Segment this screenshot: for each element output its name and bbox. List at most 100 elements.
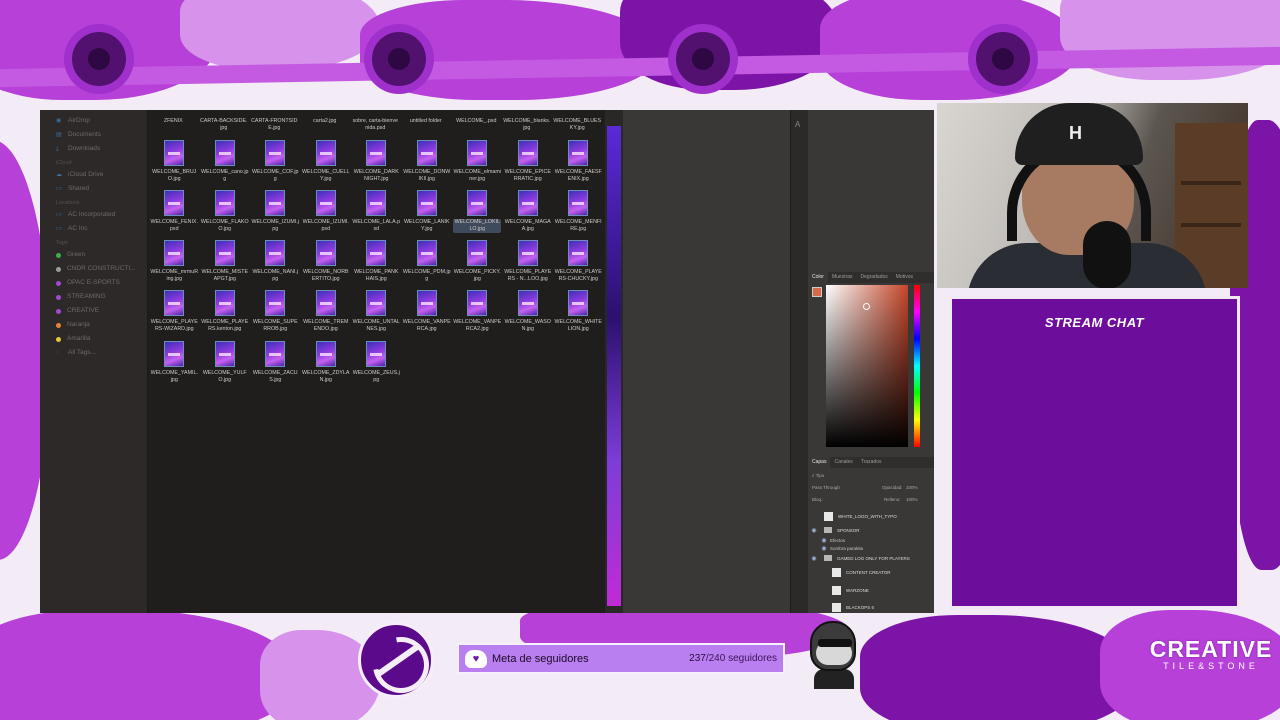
file-item[interactable]: WELCOME_ZACUS.jpg (250, 339, 301, 389)
file-item[interactable]: WELCOME_FENIX.psd (149, 188, 200, 238)
tab-color[interactable]: Color (808, 272, 828, 283)
file-item[interactable]: WELCOME_NORBERTITO.jpg (301, 238, 352, 288)
file-item[interactable]: WELCOME_VANPERCA.jpg (402, 288, 453, 338)
file-item[interactable]: WELCOME_mrmuRing.jpg (149, 238, 200, 288)
tab-muestras[interactable]: Muestras (828, 272, 857, 283)
image-thumbnail (315, 240, 336, 266)
sidebar-item-all-tags[interactable]: ◌ All Tags... (56, 346, 147, 360)
file-item[interactable]: WELCOME_EPICERRATIC.jpg (503, 138, 554, 188)
tab-degradados[interactable]: Degradados (857, 272, 892, 283)
file-item[interactable]: WELCOME_PLAYERS.kenton.jpg (200, 288, 251, 338)
image-thumbnail (416, 240, 437, 266)
file-item[interactable]: WELCOME_LALA.psd (351, 188, 402, 238)
sidebar-item-downloads[interactable]: ⤓ Downloads (56, 142, 147, 156)
file-item[interactable]: CARTA-FRONTSIDE.jpg (249, 118, 300, 132)
file-item[interactable]: WELCOME_DONWIKII.jpg (402, 138, 453, 188)
sidebar-item-ac-incorporated[interactable]: ▭ AC Incorporated (56, 208, 147, 222)
sidebar-item-icloud-drive[interactable]: ☁ iCloud Drive (56, 168, 147, 182)
sidebar-item-ac-inc[interactable]: ▭ AC Inc (56, 222, 147, 236)
file-item[interactable]: ZFENIX (148, 118, 199, 132)
file-item[interactable]: WELCOME_FLAKOO.jpg (200, 188, 251, 238)
layer-row[interactable]: BLACKOPS 6 (808, 600, 934, 613)
color-picker-field[interactable] (826, 285, 908, 447)
layer-row[interactable]: WARZONE (808, 583, 934, 597)
file-item[interactable]: WELCOME_ZEUS.jpg (351, 339, 402, 389)
sidebar-tag-amarilla[interactable]: Amarilla (56, 332, 147, 346)
character-icon[interactable]: A (795, 120, 800, 129)
sidebar-item-airdrop[interactable]: ◉ AirDrop (56, 114, 147, 128)
file-item[interactable]: carta2.jpg (300, 118, 351, 132)
file-item[interactable]: CARTA-BACKSIDE.jpg (199, 118, 250, 132)
file-item[interactable]: WELCOME_IZUMI.psd (301, 188, 352, 238)
file-item[interactable]: WELCOME_elmaminer.jpg (452, 138, 503, 188)
file-item[interactable]: WELCOME_LOKILLO.jpg (452, 188, 503, 238)
layer-filter[interactable]: ⌕ Tipo (808, 471, 934, 481)
file-item[interactable]: WELCOME_PLAYERS-CHUCKY.jpg (553, 238, 604, 288)
file-name: ZFENIX (163, 118, 183, 124)
file-name: WELCOME_PANKHAIS.jpg (354, 269, 399, 282)
file-item[interactable]: WELCOME_FAESFENIX.jpg (553, 138, 604, 188)
foreground-color-swatch[interactable] (812, 287, 822, 297)
sidebar-tag-creative[interactable]: CREATIVE (56, 304, 147, 318)
file-item[interactable]: WELCOME_ZDYLAN.jpg (301, 339, 352, 389)
tab-trazados[interactable]: Trazados (857, 457, 886, 468)
file-item[interactable]: WELCOME_YAMIL.jpg (149, 339, 200, 389)
blend-mode-select[interactable]: Pass Through (812, 485, 840, 490)
file-item[interactable]: WELCOME_PLAYERS-WIZARD.jpg (149, 288, 200, 338)
sidebar-item-shared[interactable]: ▭ Shared (56, 182, 147, 196)
file-item[interactable]: WELCOME_.psd (451, 118, 502, 132)
file-item[interactable]: WELCOME_blanks.jpg (502, 118, 553, 132)
drive-icon: ▭ (56, 212, 62, 218)
image-thumbnail (265, 190, 286, 216)
file-item[interactable]: WELCOME_COF.jpg (250, 138, 301, 188)
tab-capas[interactable]: Capas (808, 457, 831, 468)
layer-thumbnail (824, 511, 833, 521)
file-item[interactable]: WELCOME_MENFIRE.jpg (553, 188, 604, 238)
image-thumbnail (416, 290, 437, 316)
photoshop-canvas[interactable] (605, 110, 623, 613)
hue-slider[interactable] (914, 285, 920, 447)
file-item[interactable]: WELCOME_IZUMI.jpg (250, 188, 301, 238)
opacity-value[interactable]: 100% (906, 483, 918, 493)
file-name: WELCOME_BRUJO.jpg (152, 169, 197, 182)
image-thumbnail (164, 240, 185, 266)
file-item[interactable]: WELCOME_SUPERROB.jpg (250, 288, 301, 338)
file-item[interactable]: WELCOME_MISTEAPGT.jpg (200, 238, 251, 288)
tab-motivos[interactable]: Motivos (892, 272, 917, 283)
file-item[interactable]: sobre, carta-bienvenida.psd (350, 118, 401, 132)
file-item[interactable]: WELCOME_PANKHAIS.jpg (351, 238, 402, 288)
file-item[interactable]: WELCOME_WHITELION.jpg (553, 288, 604, 338)
fill-value[interactable]: 100% (906, 495, 918, 505)
file-name: WELCOME_cano.jpg (201, 169, 249, 182)
layer-row[interactable]: WHITE_LOGO_WITH_TYPO (808, 509, 934, 523)
visibility-icon[interactable]: ◉ (808, 555, 820, 562)
file-item[interactable]: WELCOME_cano.jpg (200, 138, 251, 188)
file-item[interactable]: WELCOME_CUELLY.jpg (301, 138, 352, 188)
file-item[interactable]: WELCOME_VANPERCA2.jpg (452, 288, 503, 338)
file-item[interactable]: untitled folder (401, 118, 452, 132)
layer-row[interactable]: ◉ GAMED LOG ONLY FOR PLAYERS (808, 551, 934, 565)
sidebar-tag-green[interactable]: Green (56, 248, 147, 262)
file-item[interactable]: WELCOME_PLAYERS - N...LOO.jpg (503, 238, 554, 288)
file-item[interactable]: WELCOME_BRUJO.jpg (149, 138, 200, 188)
file-item[interactable]: WELCOME_PDM.jpg (402, 238, 453, 288)
brand-name: CREATIVE (1149, 636, 1273, 662)
file-item[interactable]: WELCOME_PICKY.jpg (452, 238, 503, 288)
file-item[interactable]: WELCOME_YULFO.jpg (200, 339, 251, 389)
file-item[interactable]: WELCOME_MAGAA.jpg (503, 188, 554, 238)
sidebar-tag-opac[interactable]: OPAC E-SPORTS (56, 276, 147, 290)
tab-canales[interactable]: Canales (830, 457, 856, 468)
color-panel-tabs: Color Muestras Degradados Motivos (808, 272, 934, 283)
file-item[interactable]: WELCOME_TREMENDO.jpg (301, 288, 352, 338)
sidebar-tag-naranja[interactable]: Naranja (56, 318, 147, 332)
file-item[interactable]: WELCOME_LANIKY.jpg (402, 188, 453, 238)
file-item[interactable]: WELCOME_UNTALNES.jpg (351, 288, 402, 338)
file-item[interactable]: WELCOME_DARKNIGHT.jpg (351, 138, 402, 188)
sidebar-tag-cndr[interactable]: CNDR CONSTRUCTI... (56, 262, 147, 276)
file-item[interactable]: WELCOME_NANI.jpg (250, 238, 301, 288)
sidebar-tag-streaming[interactable]: STREAMING (56, 290, 147, 304)
file-item[interactable]: WELCOME_WASON.jpg (503, 288, 554, 338)
file-item[interactable]: WELCOME_BLUESKY.jpg (552, 118, 603, 132)
sidebar-item-documents[interactable]: ▤ Documents (56, 128, 147, 142)
layer-row[interactable]: CONTENT CREATOR (808, 565, 934, 579)
